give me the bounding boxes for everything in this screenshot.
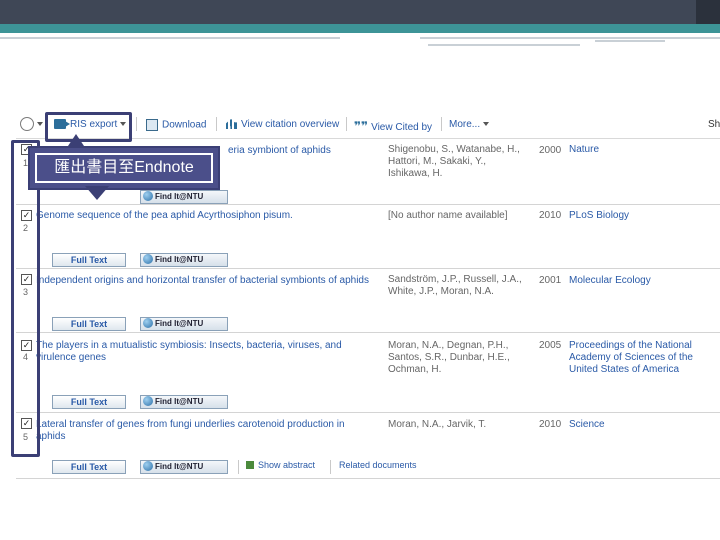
decorative-rule	[0, 37, 340, 39]
toolbar-divider	[346, 117, 347, 131]
globe-icon	[143, 191, 153, 201]
result-authors: Sandström, J.P., Russell, J.A., White, J…	[388, 274, 522, 297]
result-title-link[interactable]: Lateral transfer of genes from fungi und…	[36, 419, 366, 443]
result-year: 2001	[539, 275, 562, 286]
result-title-link[interactable]: eria symbiont of aphids	[228, 145, 378, 157]
full-text-button[interactable]: Full Text	[52, 395, 126, 409]
slide-accent-band	[0, 24, 720, 33]
full-text-button[interactable]: Full Text	[52, 253, 126, 267]
select-all-icon[interactable]	[20, 117, 34, 131]
result-journal-link[interactable]: Proceedings of the National Academy of S…	[569, 340, 719, 376]
globe-icon	[143, 254, 153, 264]
show-abstract-link[interactable]: Show abstract	[246, 460, 315, 470]
row-divider	[238, 460, 239, 474]
result-row: ✓ 5 Lateral transfer of genes from fungi…	[16, 412, 720, 479]
result-authors: [No author name available]	[388, 210, 508, 221]
result-authors: Moran, N.A., Jarvik, T.	[388, 419, 487, 430]
result-title-link[interactable]: Genome sequence of the pea aphid Acyrtho…	[36, 210, 376, 222]
decorative-rule	[595, 40, 665, 42]
full-text-button[interactable]: Full Text	[52, 317, 126, 331]
related-documents-link[interactable]: Related documents	[339, 460, 417, 470]
result-authors: Shigenobu, S., Watanabe, H., Hattori, M.…	[388, 144, 520, 179]
result-year: 2010	[539, 419, 562, 430]
result-title-link[interactable]: Independent origins and horizontal trans…	[36, 275, 386, 287]
callout-text: 匯出書目至Endnote	[35, 153, 213, 183]
result-title-link[interactable]: The players in a mutualistic symbiosis: …	[36, 340, 366, 364]
toolbar-divider	[216, 117, 217, 131]
row-divider	[330, 460, 331, 474]
cited-by-icon: ❞❞	[354, 119, 369, 133]
result-row: ✓ 2 Genome sequence of the pea aphid Acy…	[16, 204, 720, 269]
decorative-rule	[420, 37, 720, 39]
full-text-button[interactable]: Full Text	[52, 460, 126, 474]
more-menu-button[interactable]: More...	[449, 119, 490, 130]
callout-tail	[85, 186, 109, 200]
chevron-down-icon[interactable]	[37, 122, 43, 126]
find-it-ntu-button[interactable]: Find It@NTU	[140, 460, 228, 474]
download-button[interactable]: Download	[146, 119, 206, 131]
find-it-ntu-button[interactable]: Find It@NTU	[140, 317, 228, 331]
globe-icon	[143, 461, 153, 471]
find-it-ntu-button[interactable]: Find It@NTU	[140, 190, 228, 204]
result-journal-link[interactable]: Science	[569, 419, 719, 431]
result-row: ✓ 3 Independent origins and horizontal t…	[16, 268, 720, 333]
result-authors: Moran, N.A., Degnan, P.H., Santos, S.R.,…	[388, 340, 510, 375]
view-citation-overview-button[interactable]: View citation overview	[226, 119, 339, 130]
slide-header-cap	[696, 0, 720, 24]
globe-icon	[143, 396, 153, 406]
ris-export-highlight	[45, 112, 132, 142]
show-menu-truncated[interactable]: Sh	[708, 119, 720, 130]
slide-header-band	[0, 0, 720, 24]
citation-overview-icon	[226, 119, 237, 130]
annotation-callout: 匯出書目至Endnote	[28, 146, 220, 190]
result-journal-link[interactable]: Molecular Ecology	[569, 275, 719, 287]
globe-icon	[143, 318, 153, 328]
result-year: 2010	[539, 210, 562, 221]
toolbar-divider	[136, 117, 137, 131]
download-icon	[146, 119, 158, 131]
toolbar-divider	[441, 117, 442, 131]
result-row: ✓ 4 The players in a mutualistic symbios…	[16, 332, 720, 413]
decorative-rule	[428, 44, 580, 46]
find-it-ntu-button[interactable]: Find It@NTU	[140, 253, 228, 267]
abstract-icon	[246, 461, 254, 469]
result-journal-link[interactable]: Nature	[569, 144, 719, 156]
find-it-ntu-button[interactable]: Find It@NTU	[140, 395, 228, 409]
result-journal-link[interactable]: PLoS Biology	[569, 210, 719, 222]
result-year: 2000	[539, 145, 562, 156]
callout-pointer	[68, 134, 84, 146]
view-cited-by-button[interactable]: ❞❞ View Cited by	[354, 119, 432, 133]
chevron-down-icon	[483, 122, 490, 127]
result-year: 2005	[539, 340, 562, 351]
